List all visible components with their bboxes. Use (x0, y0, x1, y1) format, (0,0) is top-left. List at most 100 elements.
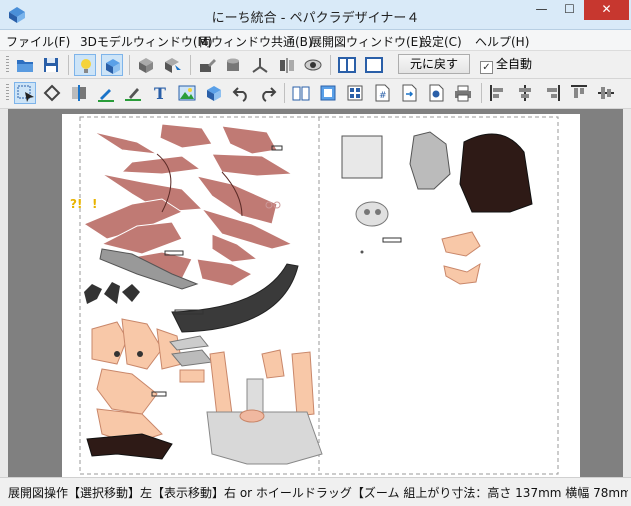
save-button[interactable] (40, 54, 62, 76)
single-view-button[interactable] (363, 54, 385, 76)
toolbar-separator (330, 55, 331, 75)
unfold-canvas[interactable]: ?! ! (8, 109, 623, 477)
frame-left (0, 51, 8, 477)
align-middle-button[interactable] (595, 82, 617, 104)
eye-icon (304, 59, 322, 71)
mark-exclaim: ! (92, 197, 97, 211)
brush-icon (125, 88, 141, 101)
skin-strip[interactable] (179, 369, 205, 383)
hand-piece[interactable] (441, 231, 481, 257)
text-button[interactable]: T (149, 82, 171, 104)
align-left-button[interactable] (487, 82, 509, 104)
part-3d-button[interactable] (203, 82, 225, 104)
auto-layout-button[interactable] (317, 82, 339, 104)
printer-icon (455, 85, 471, 102)
join-edge-button[interactable] (68, 82, 90, 104)
paper-sheet[interactable]: ?! ! (62, 114, 580, 477)
edit-flap-button[interactable] (122, 82, 144, 104)
gray-square-piece[interactable] (341, 135, 383, 179)
split-view-button[interactable] (336, 54, 358, 76)
lightbulb-icon (81, 59, 91, 73)
open-folder-button[interactable] (14, 54, 36, 76)
page-gear-icon (429, 84, 444, 102)
align-right-button[interactable] (541, 82, 563, 104)
rotate-part-icon (43, 84, 61, 102)
toolbar-grip[interactable] (6, 84, 9, 102)
pen-line-icon (98, 89, 114, 102)
dark-bottom-piece[interactable] (86, 433, 173, 460)
gray-round-piece[interactable] (355, 201, 389, 227)
pattern-pieces[interactable]: ?! ! (62, 114, 580, 477)
select-move-button[interactable] (14, 82, 36, 104)
redo-arrow-button[interactable] (257, 82, 279, 104)
page-grid-icon (347, 85, 363, 101)
cube-texture-icon (106, 59, 120, 74)
split-window-icon (338, 57, 356, 73)
black-ears[interactable] (84, 282, 140, 304)
minimize-button[interactable]: — (528, 0, 555, 20)
book-icon (292, 86, 310, 101)
cylinder-icon (227, 58, 239, 71)
redo-icon (262, 87, 277, 102)
status-text: 展開図操作【選択移動】左【表示移動】右 or ホイールドラッグ【ズーム 組上がり… (8, 486, 628, 500)
join-edge-icon (72, 85, 86, 101)
menu-file[interactable]: ファイル(F) (6, 33, 70, 50)
menu-help[interactable]: ヘルプ(H) (475, 33, 529, 50)
toolbar-separator (129, 55, 130, 75)
page-arrow-icon (402, 84, 417, 102)
rotate-part-button[interactable] (41, 82, 63, 104)
edit-3d-button[interactable] (196, 54, 218, 76)
cylinder-button[interactable] (222, 54, 244, 76)
select-cursor-icon (17, 85, 34, 102)
draw-line-button[interactable] (95, 82, 117, 104)
align-center-icon (519, 85, 531, 101)
label-tab (382, 237, 402, 243)
box-pencil-icon (200, 59, 216, 72)
undo-button[interactable]: 元に戻す (398, 54, 470, 74)
view-button[interactable] (302, 54, 324, 76)
menu-unfold-window[interactable]: 展開図ウィンドウ(E) (310, 33, 423, 50)
align-center-button[interactable] (514, 82, 536, 104)
align-top-button[interactable] (568, 82, 590, 104)
page-settings-button[interactable] (425, 82, 447, 104)
undo-arrow-button[interactable] (230, 82, 252, 104)
menu-3d-model-window[interactable]: 3Dモデルウィンドウ(M) (80, 33, 213, 50)
small-circle (364, 209, 370, 215)
dark-head-piece[interactable] (459, 133, 533, 213)
image-button[interactable] (176, 82, 198, 104)
page-number-button[interactable]: # (371, 82, 393, 104)
mirror-button[interactable] (276, 54, 298, 76)
print-button[interactable] (452, 82, 474, 104)
light-button[interactable] (74, 54, 96, 76)
blue-cube-icon (207, 86, 221, 101)
model-select-button[interactable] (162, 54, 184, 76)
texture-toggle-button[interactable] (101, 54, 123, 76)
page-export-button[interactable] (398, 82, 420, 104)
window-icon (365, 57, 383, 73)
page-layout-button[interactable] (344, 82, 366, 104)
menu-both-windows[interactable]: 両ウィンドウ共通(B) (199, 33, 313, 50)
toolbar-main: 元に戻す ✓ 全自動 (0, 51, 631, 79)
save-icon (44, 58, 58, 72)
menu-settings[interactable]: 設定(C) (420, 33, 462, 50)
toolbar-grip[interactable] (6, 56, 9, 74)
gray-strip[interactable] (246, 378, 264, 415)
toolbar-separator (68, 55, 69, 75)
frame-right (623, 51, 631, 477)
align-top-icon (571, 85, 587, 98)
face-pieces[interactable] (91, 318, 183, 445)
book-layout-button[interactable] (290, 82, 312, 104)
gray-skirt[interactable] (206, 411, 323, 465)
maximize-button[interactable]: ☐ (556, 0, 583, 20)
cube-cursor-icon (165, 58, 181, 73)
align-right-icon (547, 85, 560, 101)
skin-oval (239, 409, 265, 423)
toolbar-separator (284, 83, 285, 103)
auto-checkbox[interactable]: ✓ 全自動 (480, 55, 532, 74)
hand-piece[interactable] (443, 262, 481, 285)
gray-hexagon-piece[interactable] (409, 131, 451, 190)
status-bar: 展開図操作【選択移動】左【表示移動】右 or ホイールドラッグ【ズーム 組上がり… (0, 477, 631, 506)
axis-button[interactable] (249, 54, 271, 76)
model-3d-button[interactable] (135, 54, 157, 76)
close-button[interactable]: ✕ (584, 0, 629, 20)
